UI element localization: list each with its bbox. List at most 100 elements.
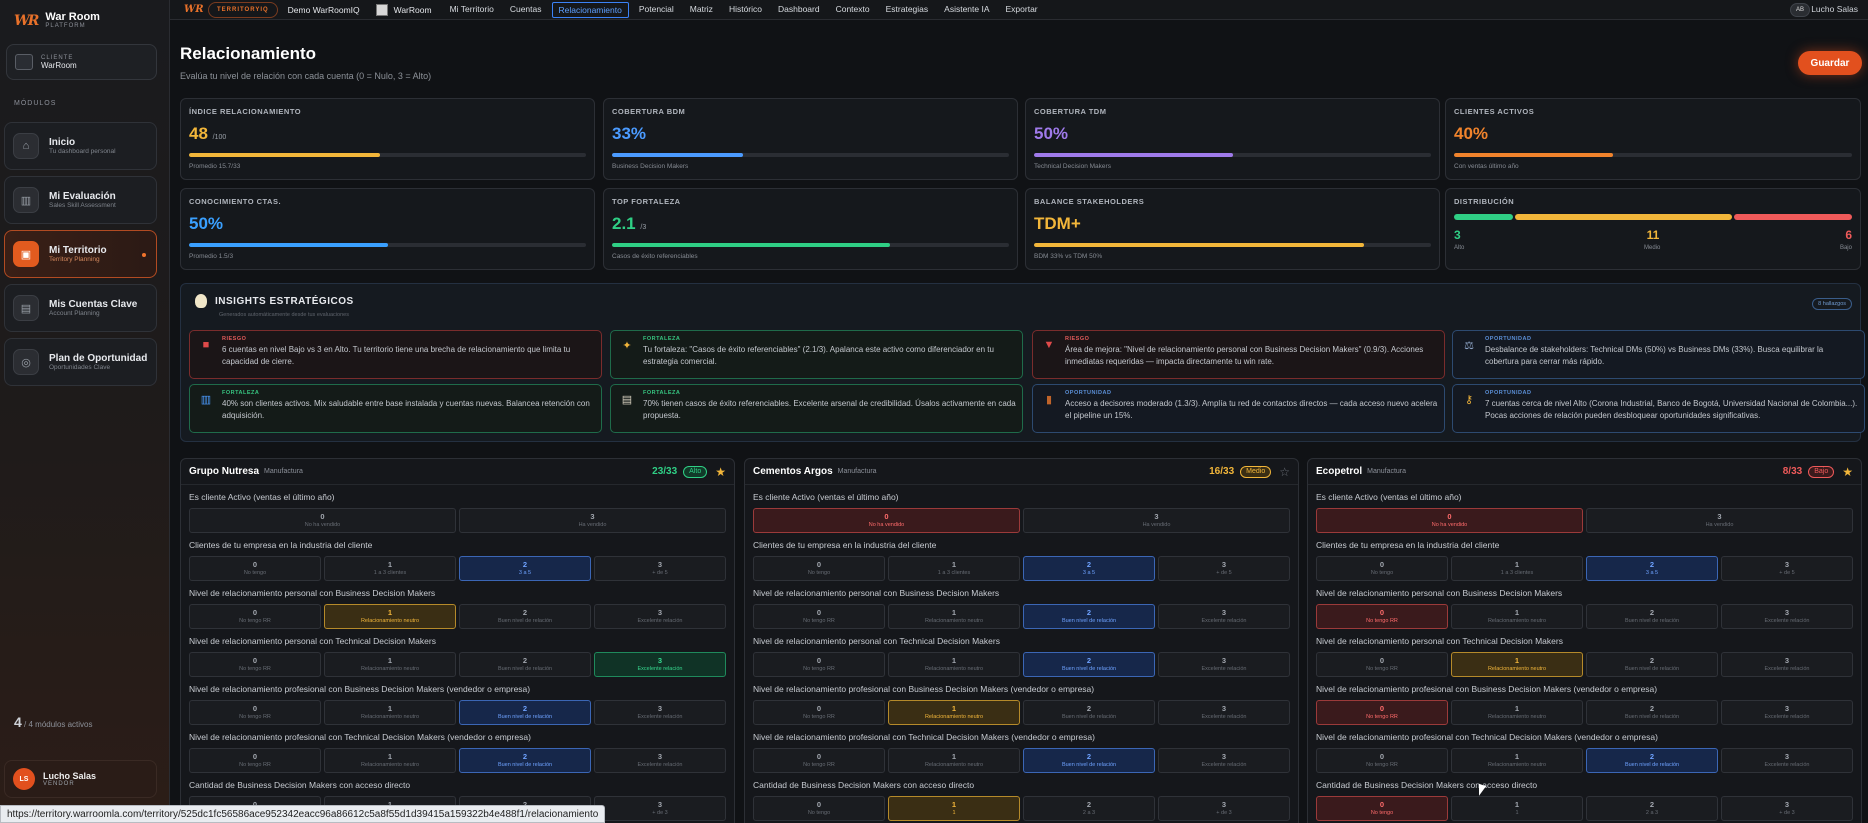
sidebar-item-plan-de-oportunidad[interactable]: ◎ Plan de Oportunidad Oportunidades Clave	[4, 338, 157, 386]
user-avatar-small[interactable]: AB	[1790, 3, 1810, 17]
star-icon[interactable]: ★	[1842, 465, 1853, 479]
tab-relacionamiento[interactable]: Relacionamiento	[551, 1, 629, 18]
option-3[interactable]: 3 + de 3	[1721, 796, 1853, 821]
option-1[interactable]: 11 a 3 clientes	[324, 556, 456, 581]
tab-cuentas[interactable]: Cuentas	[504, 2, 548, 18]
tab-potencial[interactable]: Potencial	[633, 2, 680, 18]
option-3[interactable]: 3 Excelente relación	[594, 700, 726, 725]
option-2[interactable]: 2 Buen nivel de relación	[1586, 748, 1718, 773]
option-1[interactable]: 1 Relacionamiento neutro	[888, 700, 1020, 725]
option-1[interactable]: 1 Relacionamiento neutro	[888, 652, 1020, 677]
option-3[interactable]: 3 + de 3	[594, 796, 726, 821]
option-3[interactable]: 3 Excelente relación	[1721, 700, 1853, 725]
save-button[interactable]: Guardar	[1798, 51, 1862, 75]
option-0[interactable]: 0No tengo	[189, 556, 321, 581]
option-1[interactable]: 1 Relacionamiento neutro	[1451, 748, 1583, 773]
product-badge[interactable]: TERRITORYIQ	[208, 1, 278, 18]
option-3[interactable]: 3 Excelente relación	[1721, 652, 1853, 677]
option-3[interactable]: 3 Ha vendido	[459, 508, 726, 533]
option-2[interactable]: 2 Buen nivel de relación	[1023, 652, 1155, 677]
option-0[interactable]: 0 No tengo RR	[189, 748, 321, 773]
option-1[interactable]: 1 Relacionamiento neutro	[324, 748, 456, 773]
option-2[interactable]: 2 Buen nivel de relación	[459, 652, 591, 677]
option-1[interactable]: 1 Relacionamiento neutro	[324, 700, 456, 725]
option-2[interactable]: 23 a 5	[1586, 556, 1718, 581]
sidebar-item-inicio[interactable]: ⌂ Inicio Tu dashboard personal	[4, 122, 157, 170]
option-1[interactable]: 1 Relacionamiento neutro	[324, 604, 456, 629]
tab-matriz[interactable]: Matriz	[684, 2, 719, 18]
option-2[interactable]: 23 a 5	[1023, 556, 1155, 581]
option-3[interactable]: 3 Excelente relación	[1158, 604, 1290, 629]
sidebar-item-mis-cuentas-clave[interactable]: ▤ Mis Cuentas Clave Account Planning	[4, 284, 157, 332]
option-2[interactable]: 2 Buen nivel de relación	[1586, 604, 1718, 629]
option-3[interactable]: 3 Excelente relación	[594, 748, 726, 773]
option-3[interactable]: 3 + de 5	[1721, 556, 1853, 581]
option-0[interactable]: 0 No tengo RR	[1316, 604, 1448, 629]
star-icon[interactable]: ☆	[1279, 465, 1290, 479]
option-2[interactable]: 2 Buen nivel de relación	[459, 604, 591, 629]
option-1[interactable]: 11 a 3 clientes	[1451, 556, 1583, 581]
option-0[interactable]: 0 No tengo RR	[189, 700, 321, 725]
option-1[interactable]: 1 Relacionamiento neutro	[888, 748, 1020, 773]
workspace-selector[interactable]: WarRoom	[375, 3, 432, 16]
option-3[interactable]: 3 Excelente relación	[1158, 700, 1290, 725]
star-icon[interactable]: ★	[715, 465, 726, 479]
option-0[interactable]: 0 No tengo RR	[189, 604, 321, 629]
option-0[interactable]: 0 No tengo RR	[753, 748, 885, 773]
option-3[interactable]: 3 + de 5	[1158, 556, 1290, 581]
tab-histórico[interactable]: Histórico	[723, 2, 768, 18]
option-3[interactable]: 3 + de 3	[1158, 796, 1290, 821]
tab-exportar[interactable]: Exportar	[1000, 2, 1044, 18]
option-3[interactable]: 3 + de 5	[594, 556, 726, 581]
option-3[interactable]: 3 Excelente relación	[1721, 748, 1853, 773]
option-0[interactable]: 0 No tengo RR	[1316, 748, 1448, 773]
option-1[interactable]: 11 a 3 clientes	[888, 556, 1020, 581]
option-2[interactable]: 2 Buen nivel de relación	[459, 748, 591, 773]
tab-asistente-ia[interactable]: Asistente IA	[938, 2, 995, 18]
option-1[interactable]: 11	[888, 796, 1020, 821]
option-2[interactable]: 2 Buen nivel de relación	[459, 700, 591, 725]
tab-estrategias[interactable]: Estrategias	[880, 2, 935, 18]
option-0[interactable]: 0 No tengo RR	[753, 604, 885, 629]
user-profile[interactable]: LS Lucho Salas VENDOR	[4, 760, 157, 798]
option-1[interactable]: 1 Relacionamiento neutro	[1451, 700, 1583, 725]
option-3[interactable]: 3 Excelente relación	[594, 652, 726, 677]
option-1[interactable]: 1 Relacionamiento neutro	[1451, 604, 1583, 629]
option-2[interactable]: 2 Buen nivel de relación	[1023, 748, 1155, 773]
sidebar-item-mi-evaluación[interactable]: ▥ Mi Evaluación Sales Skill Assessment	[4, 176, 157, 224]
option-0[interactable]: 0No tengo	[753, 556, 885, 581]
option-2[interactable]: 22 a 3	[1023, 796, 1155, 821]
option-0[interactable]: 0 No ha vendido	[1316, 508, 1583, 533]
tab-dashboard[interactable]: Dashboard	[772, 2, 826, 18]
option-3[interactable]: 3 Excelente relación	[1158, 748, 1290, 773]
option-1[interactable]: 1 Relacionamiento neutro	[888, 604, 1020, 629]
client-selector[interactable]: CLIENTE WarRoom	[6, 44, 157, 80]
option-0[interactable]: 0 No tengo RR	[1316, 652, 1448, 677]
tab-mi-territorio[interactable]: Mi Territorio	[444, 2, 500, 18]
option-0[interactable]: 0No tengo	[1316, 556, 1448, 581]
option-1[interactable]: 1 Relacionamiento neutro	[1451, 652, 1583, 677]
option-2[interactable]: 2 Buen nivel de relación	[1586, 700, 1718, 725]
option-3[interactable]: 3 Excelente relación	[594, 604, 726, 629]
option-2[interactable]: 2 Buen nivel de relación	[1586, 652, 1718, 677]
tab-contexto[interactable]: Contexto	[830, 2, 876, 18]
option-2[interactable]: 2 Buen nivel de relación	[1023, 604, 1155, 629]
topbar-user-name[interactable]: Lucho Salas	[1811, 4, 1858, 14]
sidebar-item-mi-territorio[interactable]: ▣ Mi Territorio Territory Planning	[4, 230, 157, 278]
option-2[interactable]: 23 a 5	[459, 556, 591, 581]
option-0[interactable]: 0 No tengo RR	[753, 652, 885, 677]
option-1[interactable]: 1 Relacionamiento neutro	[324, 652, 456, 677]
option-2[interactable]: 2 Buen nivel de relación	[1023, 700, 1155, 725]
option-2[interactable]: 22 a 3	[1586, 796, 1718, 821]
option-3[interactable]: 3 Ha vendido	[1023, 508, 1290, 533]
option-0[interactable]: 0 No tengo RR	[753, 700, 885, 725]
option-0[interactable]: 0No tengo	[753, 796, 885, 821]
option-0[interactable]: 0 No ha vendido	[189, 508, 456, 533]
option-0[interactable]: 0 No tengo RR	[189, 652, 321, 677]
option-3[interactable]: 3 Excelente relación	[1721, 604, 1853, 629]
option-0[interactable]: 0 No tengo RR	[1316, 700, 1448, 725]
option-1[interactable]: 11	[1451, 796, 1583, 821]
option-0[interactable]: 0No tengo	[1316, 796, 1448, 821]
option-0[interactable]: 0 No ha vendido	[753, 508, 1020, 533]
option-3[interactable]: 3 Ha vendido	[1586, 508, 1853, 533]
